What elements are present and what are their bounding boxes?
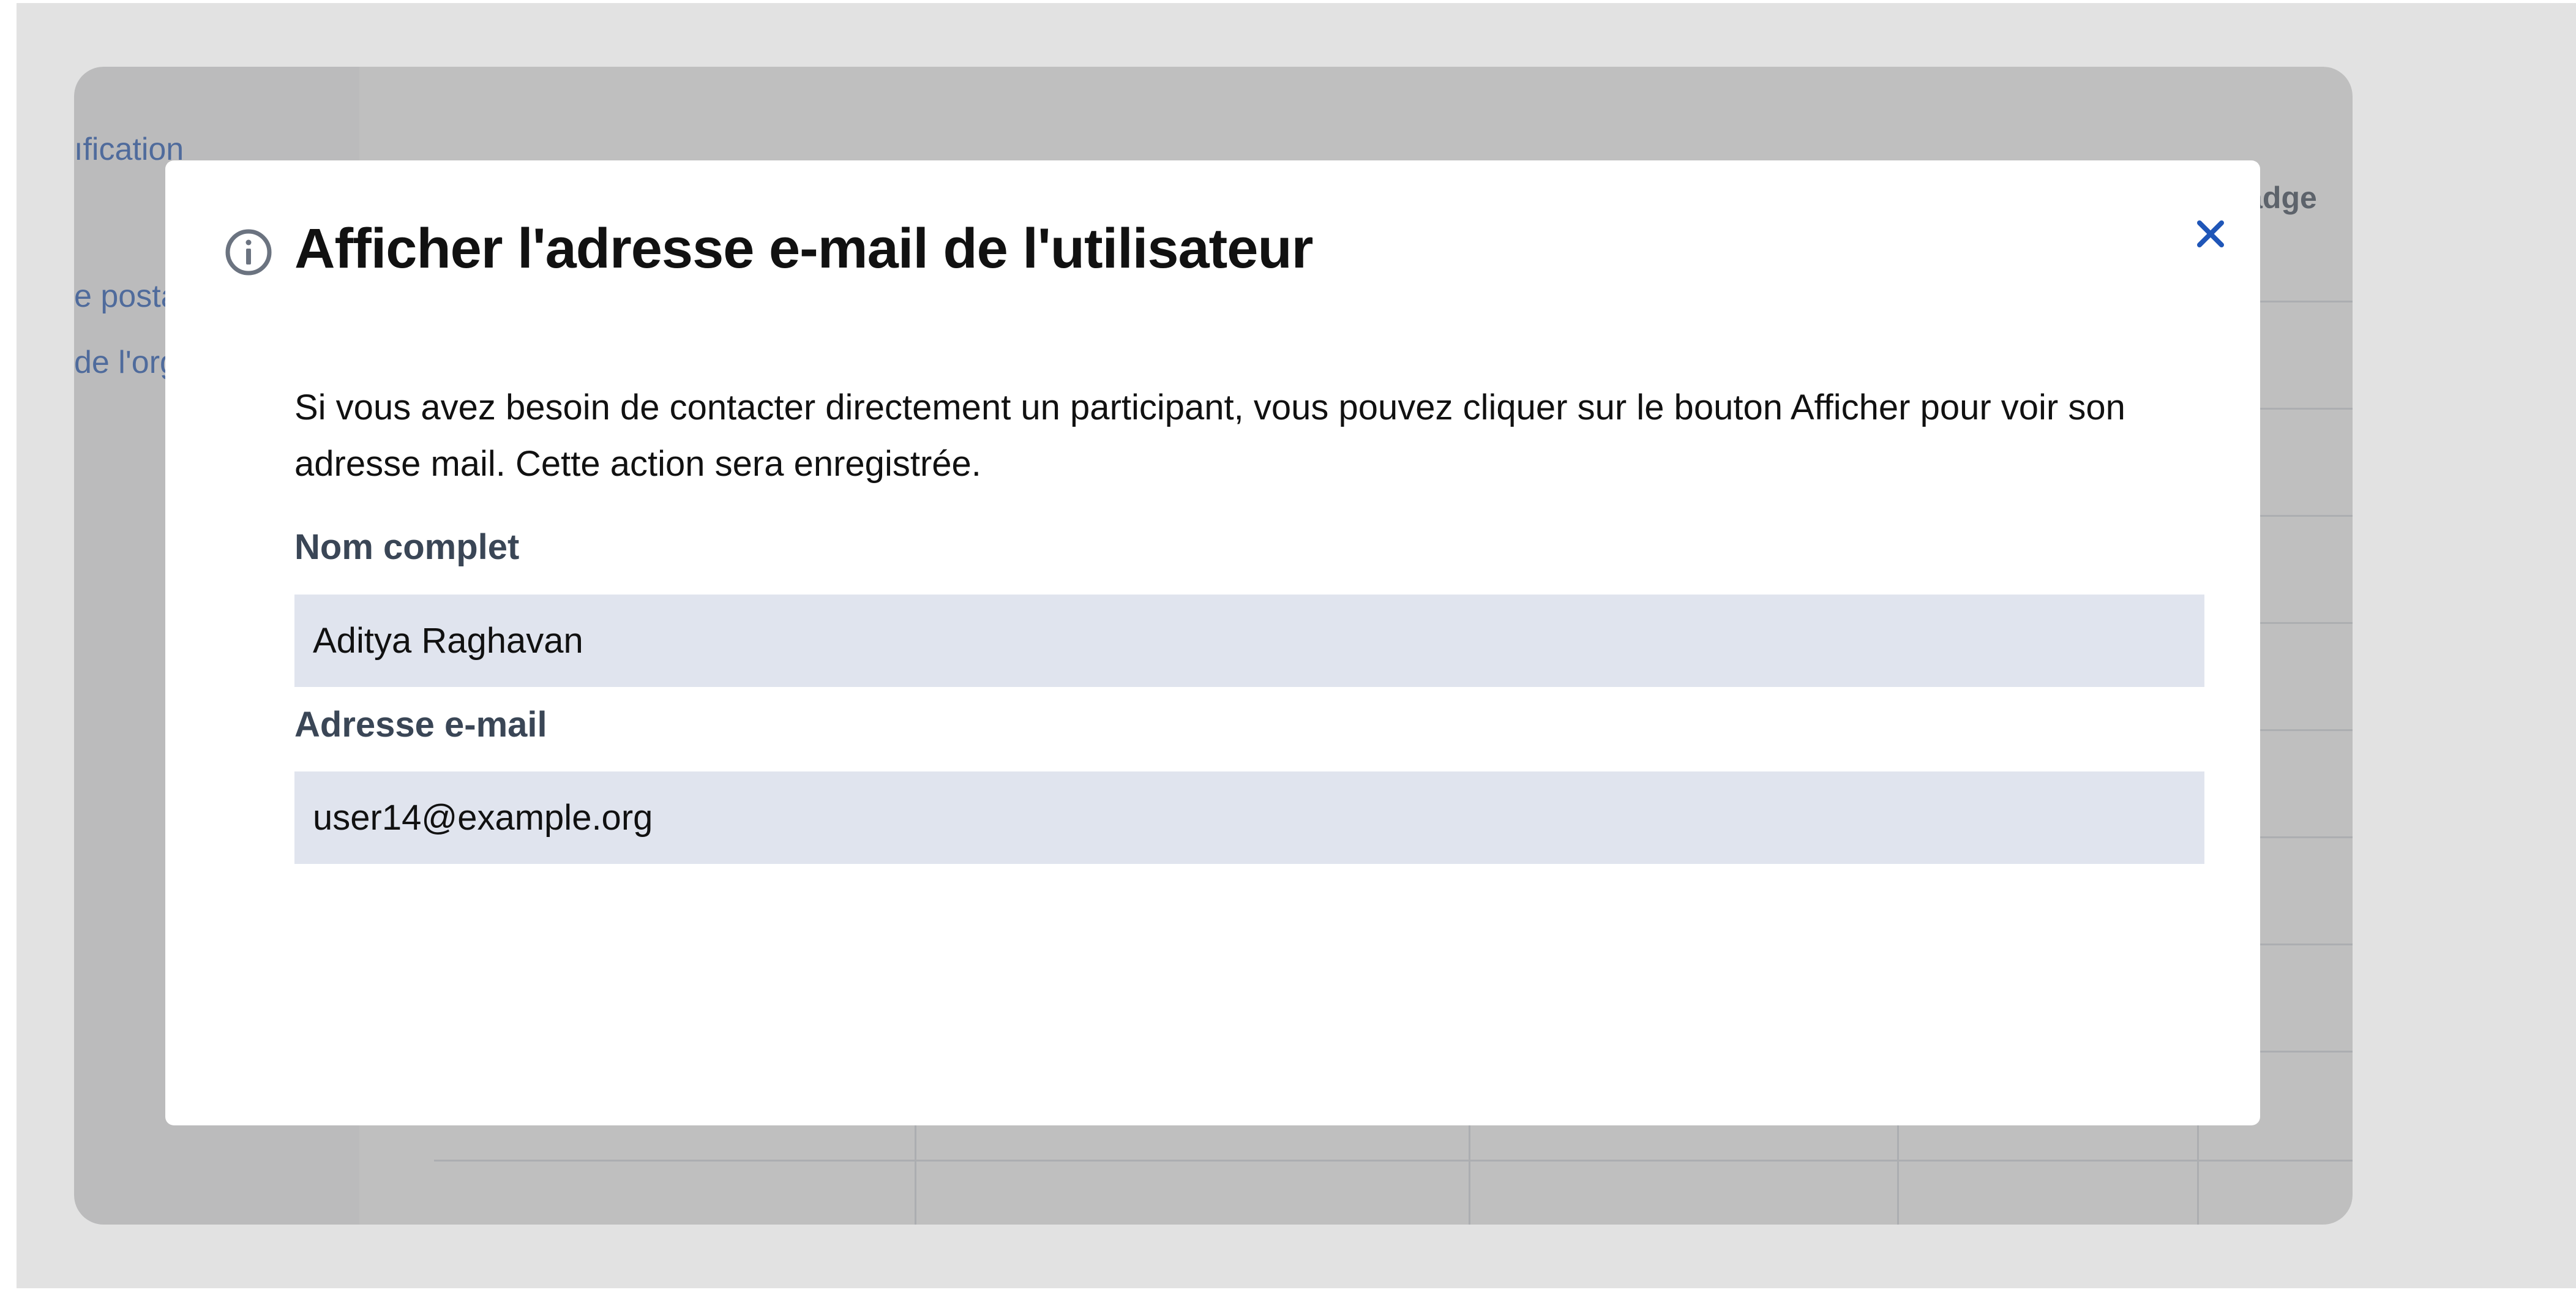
show-email-dialog: Afficher l'adresse e-mail de l'utilisate…: [165, 160, 2260, 1125]
close-x-icon[interactable]: [2191, 214, 2230, 253]
full-name-label: Nom complet: [294, 527, 520, 567]
dialog-description: Si vous avez besoin de contacter directe…: [294, 388, 2125, 484]
email-label: Adresse e-mail: [294, 705, 547, 745]
dialog-title: Afficher l'adresse e-mail de l'utilisate…: [294, 217, 1313, 280]
info-circle-icon: [225, 229, 272, 276]
email-field[interactable]: [294, 771, 2204, 864]
screen: ıfication e posta de l'org Badge Elliot …: [0, 0, 2576, 1306]
full-name-field[interactable]: [294, 595, 2204, 687]
